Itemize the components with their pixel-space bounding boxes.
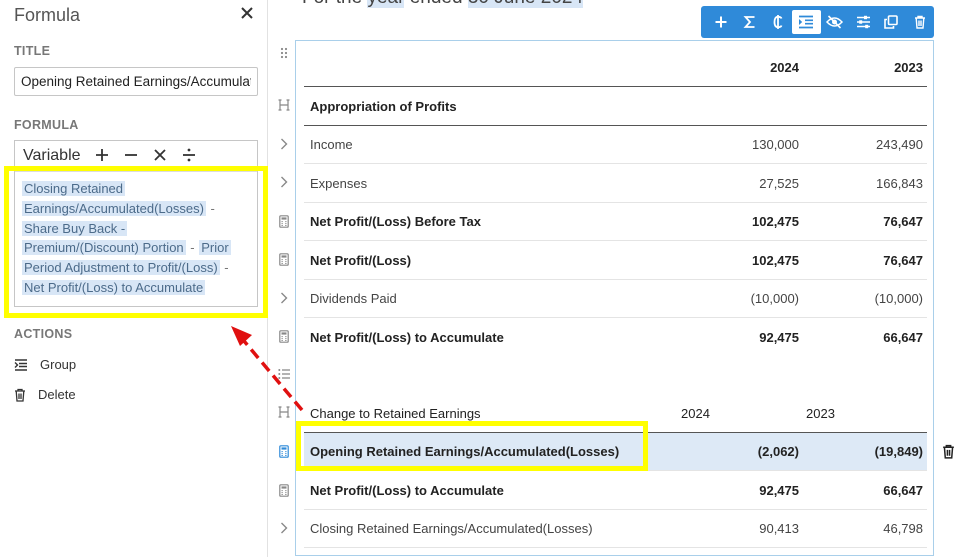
annotation-arrow-icon [231,326,304,412]
